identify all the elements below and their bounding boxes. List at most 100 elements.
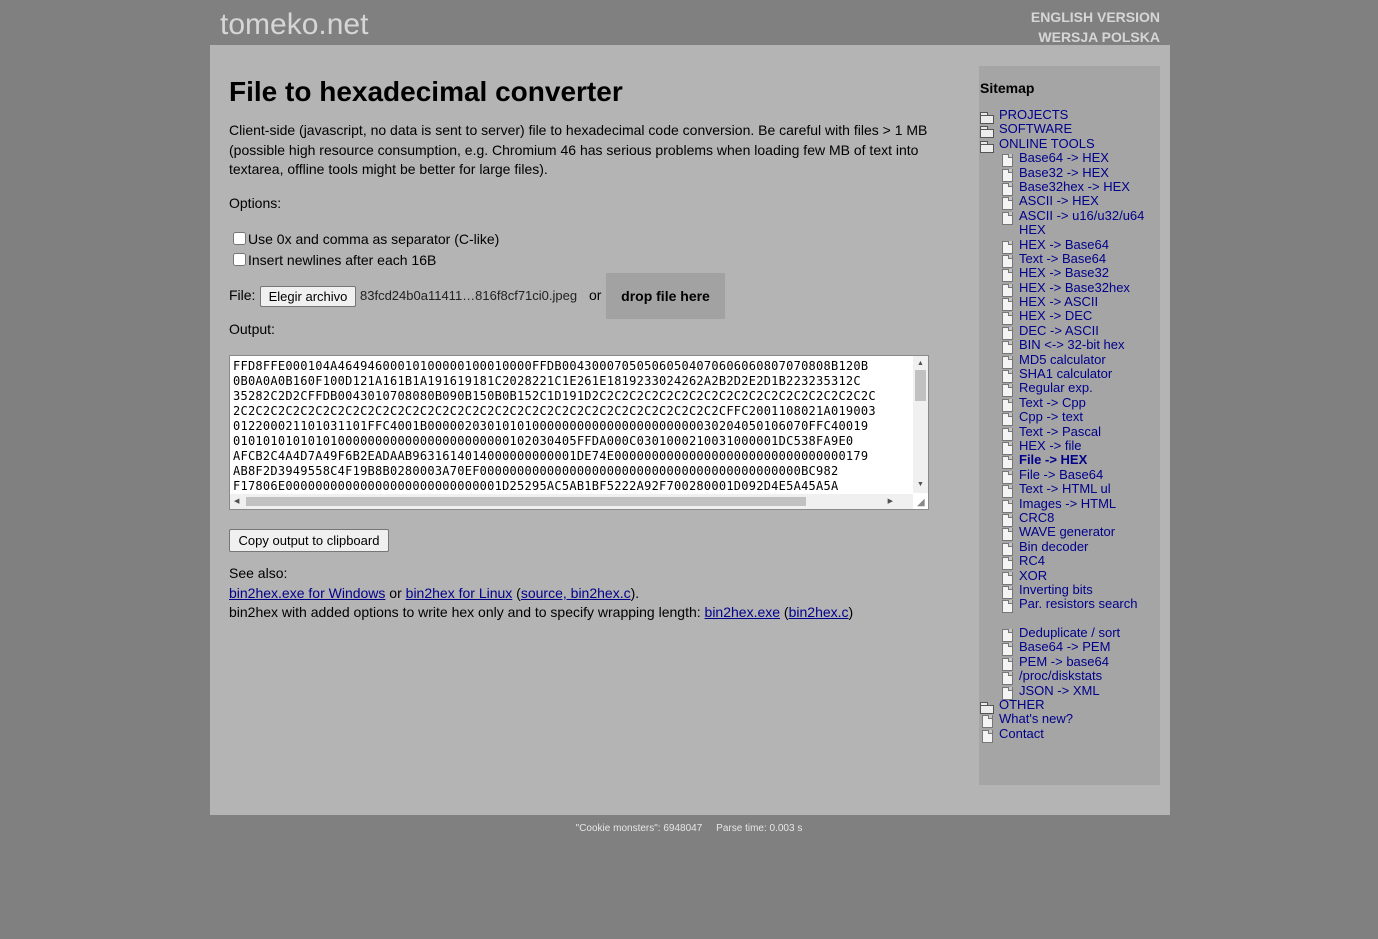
sitemap-item[interactable]: WAVE generator xyxy=(979,524,1160,542)
sitemap-link[interactable]: Bin decoder xyxy=(1019,539,1149,554)
scroll-down-arrow-icon[interactable]: ▼ xyxy=(917,481,924,489)
sitemap-item[interactable]: HEX -> ASCII xyxy=(979,294,1160,312)
sitemap-link[interactable]: Images -> HTML xyxy=(1019,496,1149,511)
sitemap-item[interactable]: File -> Base64 xyxy=(979,467,1160,484)
scroll-left-arrow-icon[interactable]: ◀ xyxy=(234,498,239,506)
vertical-scroll-thumb[interactable] xyxy=(915,370,926,401)
sitemap-link[interactable]: CRC8 xyxy=(1019,510,1149,525)
sitemap-item[interactable]: ONLINE TOOLS xyxy=(979,136,1160,153)
option-c-like[interactable]: Use 0x and comma as separator (C-like) xyxy=(229,231,499,247)
sitemap-item[interactable]: RC4 xyxy=(979,553,1160,571)
sitemap-item[interactable]: Bin decoder xyxy=(979,539,1160,556)
sitemap-item[interactable]: Base32hex -> HEX xyxy=(979,179,1160,196)
sitemap-item[interactable]: Images -> HTML xyxy=(979,496,1160,513)
site-logo[interactable]: tomeko.net xyxy=(220,8,368,42)
sitemap-link[interactable]: HEX -> DEC xyxy=(1019,309,1149,324)
sitemap-item[interactable]: Text -> HTML ul xyxy=(979,481,1160,499)
sitemap-link[interactable]: What's new? xyxy=(999,712,1073,727)
sitemap-item[interactable]: Base32 -> HEX xyxy=(979,165,1160,182)
sitemap-link[interactable]: HEX -> Base64 xyxy=(1019,237,1149,252)
sitemap-link[interactable]: DEC -> ASCII xyxy=(1019,323,1149,338)
sitemap-item[interactable]: Base64 -> HEX xyxy=(979,150,1160,168)
sitemap-item[interactable]: Contact xyxy=(979,726,1160,743)
sitemap-item[interactable]: Text -> Pascal xyxy=(979,424,1160,441)
sitemap-link[interactable]: HEX -> ASCII xyxy=(1019,294,1149,309)
sitemap-link[interactable]: File -> Base64 xyxy=(1019,467,1149,482)
sitemap-item[interactable]: HEX -> Base32 xyxy=(979,265,1160,283)
scroll-right-arrow-icon[interactable]: ▶ xyxy=(888,498,893,506)
sitemap-link[interactable]: ONLINE TOOLS xyxy=(999,136,1095,151)
sitemap-link[interactable]: PEM -> base64 xyxy=(1019,654,1149,669)
sitemap-link[interactable]: BIN <-> 32-bit hex xyxy=(1019,337,1149,352)
sitemap-item[interactable]: HEX -> DEC xyxy=(979,309,1160,326)
sitemap-link[interactable]: Text -> Pascal xyxy=(1019,424,1149,439)
sitemap-item[interactable]: Base64 -> PEM xyxy=(979,640,1160,657)
polish-version-link[interactable]: WERSJA POLSKA xyxy=(1031,27,1160,47)
sitemap-item[interactable]: SOFTWARE xyxy=(979,121,1160,139)
sitemap-link[interactable]: HEX -> Base32 xyxy=(1019,265,1149,280)
sitemap-item[interactable]: Par. resistors search xyxy=(979,596,1160,626)
sitemap-item[interactable]: JSON -> XML xyxy=(979,683,1160,700)
sitemap-link[interactable]: ASCII -> HEX xyxy=(1019,193,1149,208)
sitemap-link[interactable]: WAVE generator xyxy=(1019,524,1149,539)
horizontal-scrollbar[interactable]: ◀ ▶ xyxy=(230,494,913,509)
sitemap-item[interactable]: CRC8 xyxy=(979,510,1160,527)
bin2hex-exe-link[interactable]: bin2hex.exe xyxy=(705,604,781,620)
sitemap-item[interactable]: Inverting bits xyxy=(979,582,1160,599)
sitemap-link[interactable]: ASCII -> u16/u32/u64 HEX xyxy=(1019,208,1149,238)
sitemap-link[interactable]: Par. resistors search xyxy=(1019,596,1149,611)
sitemap-item[interactable]: What's new? xyxy=(979,712,1160,729)
sitemap-link[interactable]: Text -> Cpp xyxy=(1019,395,1149,410)
scroll-up-arrow-icon[interactable]: ▲ xyxy=(917,360,924,368)
output-text[interactable]: FFD8FFE000104A46494600010100000100010000… xyxy=(233,359,907,492)
output-textarea[interactable]: FFD8FFE000104A46494600010100000100010000… xyxy=(229,355,929,510)
resize-handle-icon[interactable]: ◢ xyxy=(917,498,927,508)
sitemap-link[interactable]: Base64 -> PEM xyxy=(1019,640,1149,655)
sitemap-item[interactable]: HEX -> Base32hex xyxy=(979,280,1160,297)
sitemap-item[interactable]: SHA1 calculator xyxy=(979,366,1160,384)
sitemap-link[interactable]: Text -> HTML ul xyxy=(1019,481,1149,496)
sitemap-link[interactable]: JSON -> XML xyxy=(1019,683,1149,698)
sitemap-item[interactable]: File -> HEX xyxy=(979,452,1160,470)
copy-output-button[interactable]: Copy output to clipboard xyxy=(229,529,389,552)
sitemap-item[interactable]: HEX -> Base64 xyxy=(979,237,1160,254)
sitemap-item[interactable]: ASCII -> HEX xyxy=(979,193,1160,211)
sitemap-item[interactable]: PROJECTS xyxy=(979,107,1160,124)
sitemap-item[interactable]: XOR xyxy=(979,568,1160,585)
bin2hex-source-link[interactable]: source, bin2hex.c xyxy=(521,585,631,601)
sitemap-link[interactable]: Base32hex -> HEX xyxy=(1019,179,1149,194)
sitemap-item[interactable]: Text -> Base64 xyxy=(979,251,1160,268)
sitemap-link[interactable]: MD5 calculator xyxy=(1019,352,1149,367)
newlines-checkbox[interactable] xyxy=(233,253,246,266)
drop-zone[interactable]: drop file here xyxy=(606,273,725,319)
sitemap-link[interactable]: SOFTWARE xyxy=(999,121,1072,136)
sitemap-link[interactable]: Inverting bits xyxy=(1019,582,1149,597)
sitemap-item[interactable]: PEM -> base64 xyxy=(979,654,1160,671)
sitemap-item[interactable]: Cpp -> text xyxy=(979,409,1160,427)
option-newlines[interactable]: Insert newlines after each 16B xyxy=(229,252,436,268)
sitemap-item[interactable]: OTHER xyxy=(979,697,1160,715)
sitemap-link[interactable]: PROJECTS xyxy=(999,107,1068,122)
sitemap-link[interactable]: SHA1 calculator xyxy=(1019,366,1149,381)
sitemap-link[interactable]: Cpp -> text xyxy=(1019,409,1149,424)
vertical-scrollbar[interactable]: ▲ ▼ xyxy=(913,356,928,493)
sitemap-link[interactable]: Regular exp. xyxy=(1019,381,1149,396)
sitemap-link[interactable]: XOR xyxy=(1019,568,1149,583)
sitemap-link[interactable]: RC4 xyxy=(1019,553,1149,568)
choose-file-button[interactable]: Elegir archivo xyxy=(260,286,356,307)
sitemap-link[interactable]: Deduplicate / sort xyxy=(1019,625,1149,640)
horizontal-scroll-thumb[interactable] xyxy=(246,497,806,506)
sitemap-link[interactable]: Contact xyxy=(999,726,1044,741)
sitemap-link[interactable]: HEX -> Base32hex xyxy=(1019,280,1149,295)
c-like-checkbox[interactable] xyxy=(233,232,246,245)
sitemap-item[interactable]: ASCII -> u16/u32/u64 HEX xyxy=(979,208,1160,238)
sitemap-item[interactable]: MD5 calculator xyxy=(979,352,1160,369)
sitemap-item[interactable]: Regular exp. xyxy=(979,381,1160,398)
sitemap-item[interactable]: Deduplicate / sort xyxy=(979,625,1160,643)
sitemap-link[interactable]: Text -> Base64 xyxy=(1019,251,1149,266)
sitemap-link[interactable]: Base64 -> HEX xyxy=(1019,150,1149,165)
sitemap-item[interactable]: BIN <-> 32-bit hex xyxy=(979,337,1160,355)
bin2hex-windows-link[interactable]: bin2hex.exe for Windows xyxy=(229,585,385,601)
english-version-link[interactable]: ENGLISH VERSION xyxy=(1031,7,1160,27)
sitemap-item[interactable]: /proc/diskstats xyxy=(979,668,1160,686)
